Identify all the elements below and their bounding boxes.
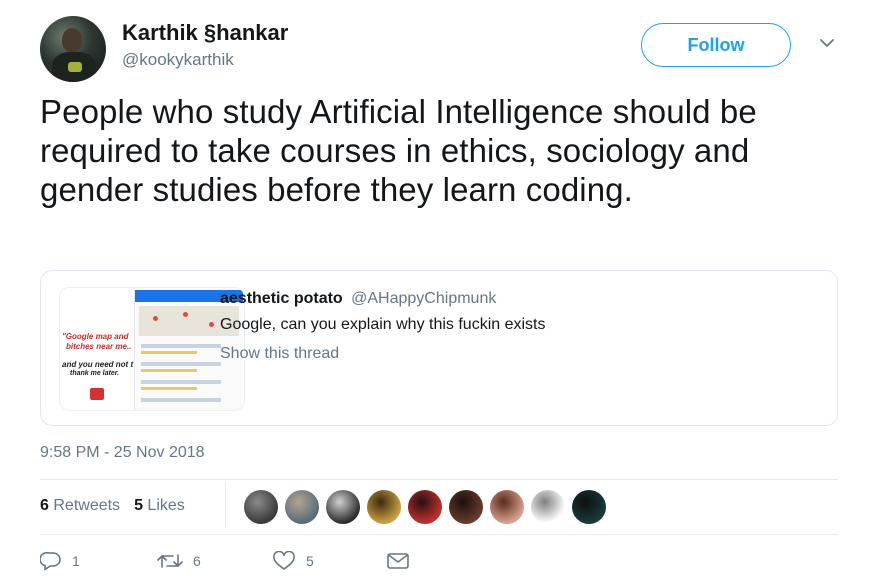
liker-avatar[interactable] [490,490,524,524]
phone-result-row [141,380,221,384]
likes-stat[interactable]: 5 Likes [134,497,185,514]
reply-icon [40,551,61,571]
thumbnail-meme-panel: "Google map and bitches near me.. and yo… [60,288,134,410]
liker-avatar[interactable] [408,490,442,524]
like-count: 5 [306,553,314,569]
quoted-author-name[interactable]: aesthetic potato [220,290,343,307]
phone-result-row [141,344,221,348]
direct-message-button[interactable] [386,551,410,571]
phone-result-rating [141,351,197,354]
quoted-tweet-thumbnail[interactable]: "Google map and bitches near me.. and yo… [59,287,245,411]
retweet-button[interactable]: 6 [157,551,201,571]
liker-avatar[interactable] [449,490,483,524]
thumbnail-text-line: thank me later. [70,370,120,377]
likes-label: Likes [147,497,185,514]
stats-separator [225,482,226,528]
engagement-stats: 6 Retweets 5 Likes [40,497,185,515]
tweet-actions: 1 6 5 [40,551,440,577]
follow-button[interactable]: Follow [641,23,791,67]
thumbnail-text-line: bitches near me.. [66,342,132,351]
reply-count: 1 [72,553,80,569]
envelope-icon [387,553,409,569]
retweets-label: Retweets [53,497,121,514]
author-avatar[interactable] [40,16,106,82]
thumbnail-text-line: "Google map and [62,332,129,341]
avatar-highlight [68,62,82,72]
map-pin-icon [153,316,158,321]
likes-count: 5 [134,497,143,514]
phone-result-rating [141,369,197,372]
author-handle[interactable]: @kookykarthik [122,50,234,70]
liker-avatar[interactable] [326,490,360,524]
liker-avatar[interactable] [367,490,401,524]
show-thread-link[interactable]: Show this thread [220,345,339,363]
tweet-timestamp[interactable]: 9:58 PM - 25 Nov 2018 [40,444,205,462]
divider [40,479,838,480]
retweets-count: 6 [40,497,49,514]
retweets-stat[interactable]: 6 Retweets [40,497,120,514]
liker-avatar[interactable] [244,490,278,524]
phone-result-row [141,362,221,366]
liker-avatars [244,490,613,524]
liker-avatar[interactable] [531,490,565,524]
quoted-author-handle[interactable]: @AHappyChipmunk [351,290,496,307]
reply-button[interactable]: 1 [40,551,80,571]
thumbnail-text-line: and you need not t [62,360,134,369]
retweet-count: 6 [193,553,201,569]
phone-result-row [141,398,221,402]
like-button[interactable]: 5 [272,551,314,571]
thumbnail-logo [90,388,104,400]
map-pin-icon [209,322,214,327]
liker-avatar[interactable] [285,490,319,524]
chevron-down-icon[interactable] [818,36,836,50]
tweet-text: People who study Artificial Intelligence… [40,93,757,208]
retweet-icon [157,554,183,568]
phone-result-rating [141,387,197,390]
avatar-face [62,28,82,52]
map-pin-icon [183,312,188,317]
divider [40,534,838,535]
author-name[interactable]: Karthik §hankar [122,20,288,46]
quoted-tweet-text: Google, can you explain why this fuckin … [220,316,546,333]
heart-icon [273,551,295,570]
quoted-tweet-author[interactable]: aesthetic potato @AHappyChipmunk [220,290,496,308]
liker-avatar[interactable] [572,490,606,524]
